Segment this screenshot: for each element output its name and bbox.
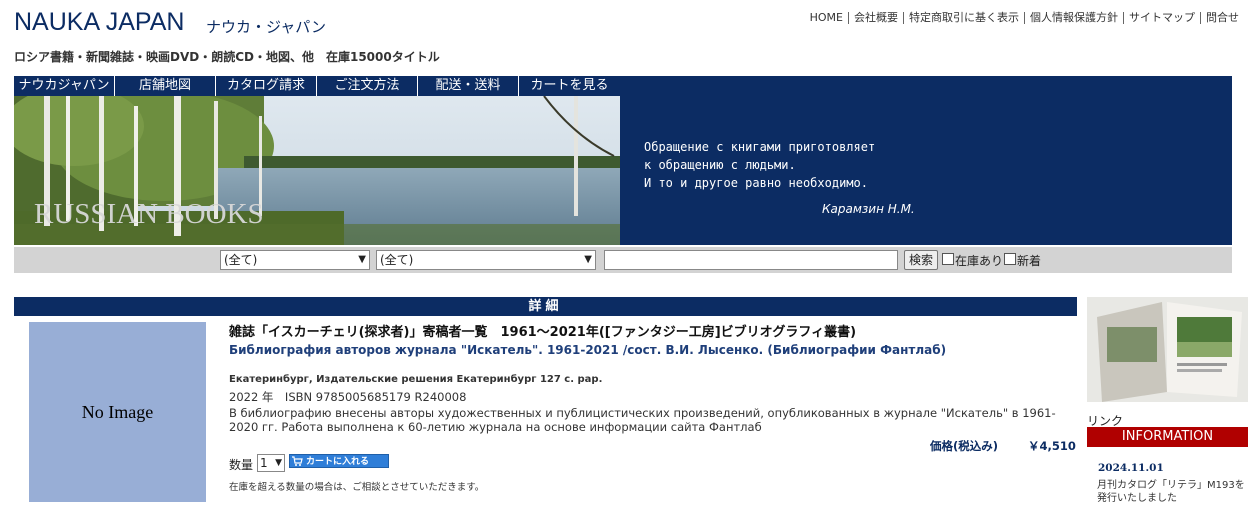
site-logo-kana: ナウカ・ジャパン bbox=[206, 18, 327, 36]
sidebar-catalog-image[interactable] bbox=[1087, 297, 1248, 402]
chevron-down-icon: ▼ bbox=[584, 254, 592, 265]
quote-line-2: к обращению с людьми. bbox=[644, 158, 796, 172]
catalog-photo bbox=[1087, 297, 1248, 402]
search-button[interactable]: 検索 bbox=[904, 250, 939, 270]
banner-quote: Обращение с книгами приготовляет к обращ… bbox=[620, 76, 1232, 245]
information-date: 2024.11.01 bbox=[1098, 462, 1164, 474]
banner-photo-text: RUSSIAN BOOKS bbox=[34, 198, 264, 230]
category-select-2[interactable]: (全て) ▼ bbox=[376, 250, 596, 270]
quantity-value: 1 bbox=[260, 456, 268, 470]
no-image-text: No Image bbox=[81, 401, 154, 422]
nav-item-catalog-request[interactable]: カタログ請求 bbox=[216, 76, 317, 96]
add-to-cart-label: カートに入れる bbox=[306, 457, 370, 467]
nav-item-store-map[interactable]: 店舗地図 bbox=[115, 76, 216, 96]
new-arrivals-label: 新着 bbox=[1017, 254, 1042, 268]
top-link-company[interactable]: 会社概要 bbox=[848, 12, 903, 24]
detail-heading: 詳細 bbox=[14, 297, 1077, 316]
chevron-down-icon: ▼ bbox=[275, 458, 282, 468]
site-tagline: ロシア書籍・新聞雑誌・映画DVD・朗読CD・地図、他 在庫15000タイトル bbox=[14, 50, 440, 64]
in-stock-label: 在庫あり bbox=[955, 254, 1004, 268]
main-nav: ナウカジャパン 店舗地図 カタログ請求 ご注文方法 配送・送料 カートを見る bbox=[14, 76, 620, 96]
category-select-2-value: (全て) bbox=[380, 253, 414, 267]
nav-item-naukajapan[interactable]: ナウカジャパン bbox=[14, 76, 115, 96]
quantity-select[interactable]: 1 ▼ bbox=[257, 454, 285, 472]
add-to-cart-button[interactable]: カートに入れる bbox=[289, 454, 389, 468]
top-link-home[interactable]: HOME bbox=[805, 12, 848, 24]
product-description: В библиографию внесены авторы художестве… bbox=[229, 406, 1056, 434]
nav-item-order-method[interactable]: ご注文方法 bbox=[317, 76, 418, 96]
in-stock-checkbox[interactable] bbox=[942, 253, 954, 265]
price-value: ￥4,510 bbox=[1028, 439, 1076, 453]
nav-item-view-cart[interactable]: カートを見る bbox=[519, 76, 620, 96]
birch-lake-image: RUSSIAN BOOKS bbox=[14, 96, 620, 245]
price-label: 価格(税込み) bbox=[930, 439, 999, 453]
chevron-down-icon: ▼ bbox=[358, 254, 366, 265]
banner-photo: RUSSIAN BOOKS bbox=[14, 96, 620, 245]
category-select-1[interactable]: (全て) ▼ bbox=[220, 250, 370, 270]
quote-line-3: И то и другое равно необходимо. bbox=[644, 176, 868, 190]
product-title-ru: Библиография авторов журнала "Искатель".… bbox=[229, 343, 947, 357]
quantity-label: 数量 bbox=[229, 458, 254, 472]
cart-icon bbox=[292, 456, 303, 466]
quote-line-1: Обращение с книгами приготовляет bbox=[644, 140, 876, 154]
search-input[interactable] bbox=[604, 250, 898, 270]
top-links: HOME 会社概要 特定商取引に基く表示 個人情報保護方針 サイトマップ 問合せ bbox=[805, 12, 1244, 24]
product-title-ja: 雑誌「イスカーチェリ(探求者)」寄稿者一覧 1961～2021年([ファンタジー… bbox=[229, 325, 857, 340]
top-link-legal[interactable]: 特定商取引に基く表示 bbox=[903, 12, 1024, 24]
information-text[interactable]: 月刊カタログ「リテラ」M193を発行いたしました bbox=[1097, 479, 1247, 505]
site-logo[interactable]: NAUKA JAPAN bbox=[14, 8, 184, 37]
new-arrivals-checkbox[interactable] bbox=[1004, 253, 1016, 265]
product-image-placeholder: No Image bbox=[29, 322, 206, 502]
product-isbn: 2022 年 ISBN 9785005685179 R240008 bbox=[229, 390, 467, 404]
top-link-contact[interactable]: 問合せ bbox=[1200, 12, 1244, 24]
product-publisher: Екатеринбург, Издательские решения Екате… bbox=[229, 374, 603, 385]
search-bar: (全て) ▼ (全て) ▼ 検索 在庫あり 新着 bbox=[14, 247, 1232, 273]
information-heading: INFORMATION bbox=[1087, 427, 1248, 447]
category-select-1-value: (全て) bbox=[224, 253, 258, 267]
nav-item-shipping[interactable]: 配送・送料 bbox=[418, 76, 519, 96]
top-link-privacy[interactable]: 個人情報保護方針 bbox=[1024, 12, 1123, 24]
stock-note: 在庫を超える数量の場合は、ご相談とさせていただきます。 bbox=[229, 482, 485, 493]
quote-author: Карамзин Н.М. bbox=[822, 202, 915, 216]
top-link-sitemap[interactable]: サイトマップ bbox=[1123, 12, 1200, 24]
